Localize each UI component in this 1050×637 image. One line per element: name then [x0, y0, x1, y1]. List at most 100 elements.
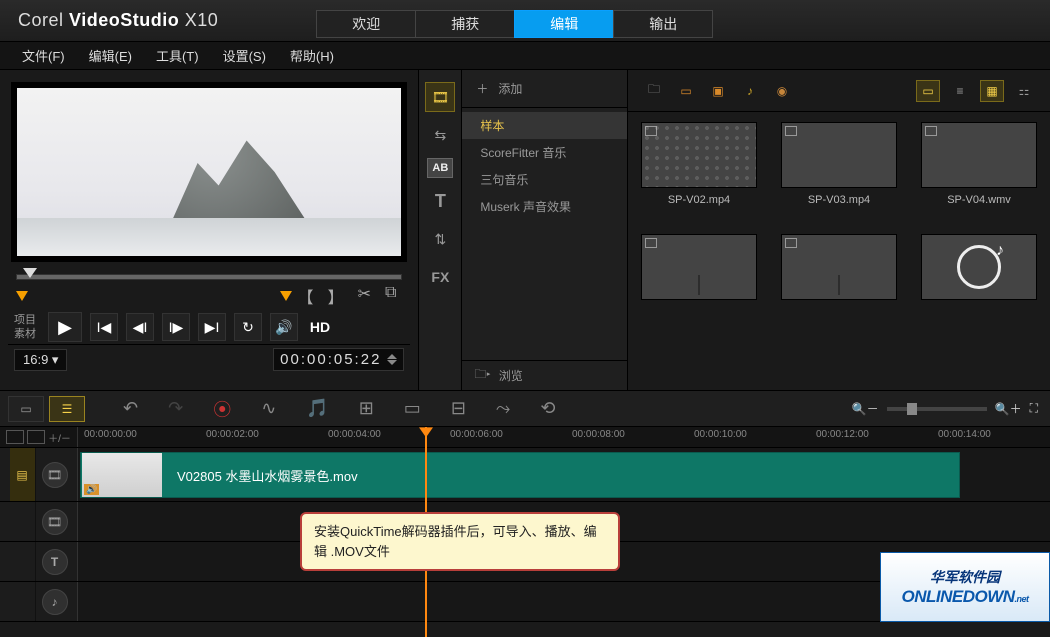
- view-details-icon[interactable]: ≡: [948, 80, 972, 102]
- prev-frame-button[interactable]: ◀I: [126, 313, 154, 341]
- menu-bar: 文件(F) 编辑(E) 工具(T) 设置(S) 帮助(H): [0, 42, 1050, 70]
- timeline-clip[interactable]: 🔊 V02805 水墨山水烟雾景色.mov: [80, 452, 960, 498]
- subtitle-icon[interactable]: ▭: [404, 398, 421, 419]
- play-button[interactable]: ▶: [48, 312, 82, 342]
- timecode-field[interactable]: 00:00:05:22: [273, 348, 404, 371]
- view-list-icon[interactable]: ▭: [916, 80, 940, 102]
- browse-label: 浏览: [499, 367, 523, 384]
- folder-icon[interactable]: 🗀: [642, 80, 666, 102]
- track-plus-icon[interactable]: ＋/－: [48, 430, 71, 445]
- project-label[interactable]: 项目: [14, 313, 36, 327]
- track-motion-icon[interactable]: ⤳: [496, 398, 510, 419]
- cut-icon[interactable]: ✂: [358, 284, 371, 308]
- rail-graphic-icon[interactable]: ⇅: [425, 224, 455, 254]
- menu-tools[interactable]: 工具(T): [144, 46, 211, 65]
- rail-fx-icon[interactable]: FX: [425, 262, 455, 292]
- storyboard-view-icon[interactable]: ▭: [8, 396, 44, 422]
- brand-vs: VideoStudio: [69, 10, 179, 30]
- library-item-triple[interactable]: 三句音乐: [462, 166, 627, 193]
- ruler-ticks[interactable]: 00:00:00:00 00:00:02:00 00:00:04:00 00:0…: [78, 427, 1050, 447]
- menu-file[interactable]: 文件(F): [10, 46, 77, 65]
- trim-bar: 【 】 ✂ ⧉: [16, 284, 402, 308]
- aspect-ratio-selector[interactable]: 16:9 ▾: [14, 349, 67, 371]
- menu-settings[interactable]: 设置(S): [211, 46, 278, 65]
- rail-title-icon[interactable]: AB: [427, 158, 453, 178]
- track-toggle-icon[interactable]: ▤: [10, 448, 36, 501]
- loop-button[interactable]: ↻: [234, 313, 262, 341]
- zoom-slider[interactable]: [887, 407, 987, 411]
- track-toggle-icon[interactable]: [10, 502, 36, 541]
- pan-zoom-icon[interactable]: ⟲: [540, 398, 555, 419]
- thumb-item[interactable]: SP-V02.mp4: [634, 122, 764, 222]
- zoom-out-icon[interactable]: 🔍－: [852, 400, 879, 417]
- preview-slider[interactable]: [16, 274, 402, 280]
- mark-in-icon[interactable]: 【: [298, 284, 314, 308]
- mark-out-icon[interactable]: 】: [328, 284, 344, 308]
- copy-icon[interactable]: ⧉: [385, 284, 396, 308]
- add-label: 添加: [498, 80, 522, 97]
- audio-track-icon[interactable]: ♪: [42, 589, 68, 615]
- main-tab-capture[interactable]: 捕获: [415, 10, 515, 38]
- watermark-en: ONLINEDOWN: [901, 587, 1014, 606]
- menu-help[interactable]: 帮助(H): [278, 46, 346, 65]
- tick-label: 00:00:08:00: [572, 429, 625, 440]
- ruler-left-icon[interactable]: [6, 430, 24, 444]
- timeline-view-icon[interactable]: ☰: [49, 396, 85, 422]
- filter-video-icon[interactable]: ▭: [674, 80, 698, 102]
- rail-transition-icon[interactable]: ⇆: [425, 120, 455, 150]
- video-track-icon[interactable]: 🎞: [42, 462, 68, 488]
- thumb-item[interactable]: [774, 234, 904, 334]
- filter-audio-icon[interactable]: ♪: [738, 80, 762, 102]
- multi-cam-icon[interactable]: ⊟: [451, 398, 466, 419]
- hd-label[interactable]: HD: [306, 313, 334, 341]
- library-item-muserk[interactable]: Muserk 声音效果: [462, 193, 627, 220]
- record-icon[interactable]: ⦿: [213, 396, 231, 422]
- main-tab-edit[interactable]: 编辑: [514, 10, 614, 38]
- goto-start-button[interactable]: I◀: [90, 313, 118, 341]
- main-tab-welcome[interactable]: 欢迎: [316, 10, 416, 38]
- video-track-1[interactable]: ▤ 🎞 🔊 V02805 水墨山水烟雾景色.mov: [0, 448, 1050, 502]
- slider-thumb-icon[interactable]: [23, 268, 37, 278]
- thumb-item[interactable]: [914, 234, 1044, 334]
- timeline-ruler[interactable]: ＋/－ 00:00:00:00 00:00:02:00 00:00:04:00 …: [0, 427, 1050, 448]
- track-toggle-icon[interactable]: [10, 542, 36, 581]
- trim-marks[interactable]: [16, 291, 292, 301]
- clip-label[interactable]: 素材: [14, 327, 36, 341]
- thumb-item[interactable]: SP-V04.wmv: [914, 122, 1044, 222]
- menu-edit[interactable]: 编辑(E): [77, 46, 144, 65]
- thumb-item[interactable]: [634, 234, 764, 334]
- rail-text-icon[interactable]: T: [425, 186, 455, 216]
- track-toggle-icon[interactable]: [10, 582, 36, 621]
- rail-media-icon[interactable]: 🎞: [425, 82, 455, 112]
- audio-mixer-icon[interactable]: ∿: [261, 398, 276, 419]
- auto-music-icon[interactable]: 🎵: [306, 398, 328, 419]
- title-track-icon[interactable]: T: [42, 549, 68, 575]
- undo-icon[interactable]: ↶: [123, 398, 138, 419]
- zoom-in-icon[interactable]: 🔍＋: [995, 400, 1022, 417]
- library-item-sample[interactable]: 样本: [462, 112, 627, 139]
- fit-timeline-icon[interactable]: ⛶: [1030, 401, 1038, 416]
- view-thumb-icon[interactable]: ▦: [980, 80, 1004, 102]
- volume-icon[interactable]: 🔊: [270, 313, 298, 341]
- next-frame-button[interactable]: I▶: [162, 313, 190, 341]
- filter-disc-icon[interactable]: ◉: [770, 80, 794, 102]
- brand-ver: X10: [179, 10, 218, 30]
- redo-icon[interactable]: ↷: [168, 398, 183, 419]
- sort-icon[interactable]: ⚏: [1012, 80, 1036, 102]
- filter-photo-icon[interactable]: ▣: [706, 80, 730, 102]
- overlay-track-icon[interactable]: 🎞: [42, 509, 68, 535]
- preview-screen[interactable]: [11, 82, 407, 262]
- timecode-up-icon[interactable]: [387, 354, 397, 359]
- add-folder-button[interactable]: ＋ 添加: [462, 70, 627, 108]
- library-item-scorefitter[interactable]: ScoreFitter 音乐: [462, 139, 627, 166]
- goto-end-button[interactable]: ▶I: [198, 313, 226, 341]
- ruler-right-icon[interactable]: [27, 430, 45, 444]
- thumb-item[interactable]: SP-V03.mp4: [774, 122, 904, 222]
- clip-badge-icon: [925, 126, 937, 136]
- clip-filename: V02805 水墨山水烟雾景色.mov: [163, 466, 372, 485]
- motion-track-icon[interactable]: ⊞: [359, 398, 374, 419]
- timecode-down-icon[interactable]: [387, 360, 397, 365]
- library-grid: 🗀 ▭ ▣ ♪ ◉ ▭ ≡ ▦ ⚏ SP-V02.mp4 SP-V03.mp4 …: [628, 70, 1050, 390]
- browse-row[interactable]: 🗀▸ 浏览: [462, 360, 627, 390]
- main-tab-output[interactable]: 输出: [613, 10, 713, 38]
